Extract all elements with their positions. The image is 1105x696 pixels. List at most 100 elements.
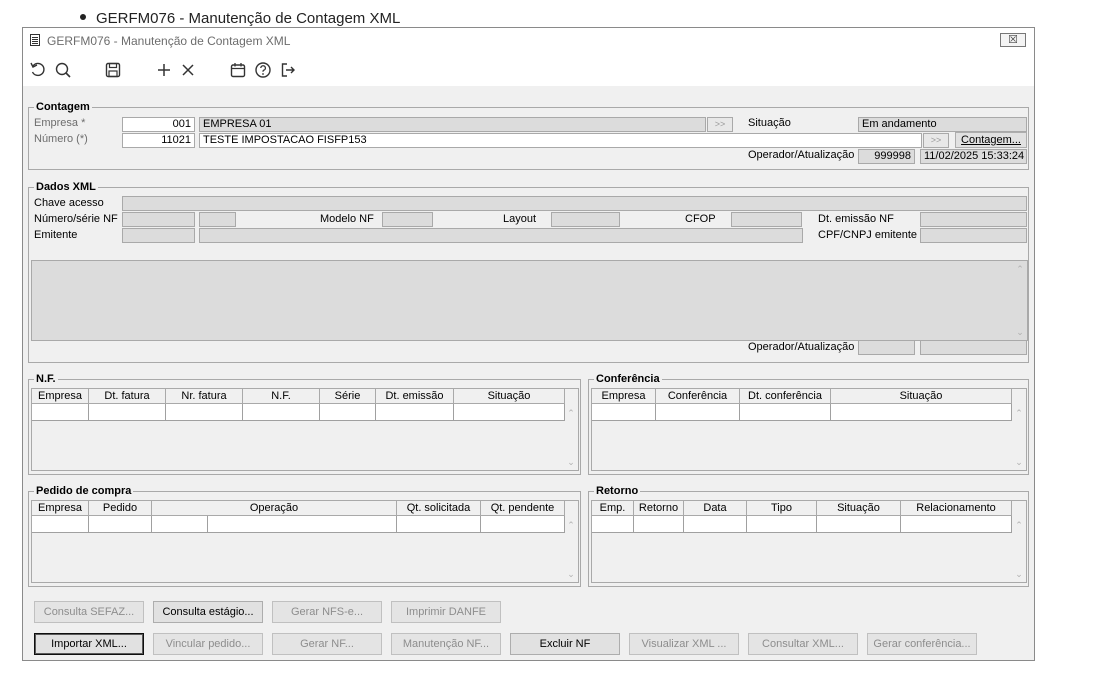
gerar-nf-button[interactable]: Gerar NF... <box>272 633 382 655</box>
nf-scrollbar[interactable]: ⌃ ⌄ <box>564 389 578 470</box>
calendar-icon[interactable] <box>228 60 248 80</box>
table-cell[interactable] <box>89 404 166 421</box>
table-cell[interactable] <box>166 404 243 421</box>
contagem-button[interactable]: Contagem... <box>955 132 1027 148</box>
pedido-col-header[interactable]: Empresa <box>32 501 89 516</box>
table-cell[interactable] <box>208 516 397 533</box>
table-cell[interactable] <box>656 404 740 421</box>
conferencia-col-header[interactable]: Empresa <box>592 389 656 404</box>
nf-col-header[interactable]: Nr. fatura <box>166 389 243 404</box>
dt-emissao-nf-label: Dt. emissão NF <box>818 213 894 225</box>
chevron-up-icon[interactable]: ⌃ <box>1014 521 1024 530</box>
chevron-down-icon[interactable]: ⌄ <box>1014 570 1024 579</box>
retorno-col-header[interactable]: Emp. <box>592 501 634 516</box>
search-icon[interactable] <box>53 60 73 80</box>
help-icon[interactable] <box>253 60 273 80</box>
consulta-estagio-button[interactable]: Consulta estágio... <box>153 601 263 623</box>
table-cell[interactable] <box>684 516 747 533</box>
retorno-col-header[interactable]: Relacionamento <box>901 501 1012 516</box>
conferencia-scrollbar[interactable]: ⌃ ⌄ <box>1012 389 1026 470</box>
conferencia-col-header[interactable]: Situação <box>831 389 1012 404</box>
add-icon[interactable] <box>154 60 174 80</box>
empresa-lookup-button[interactable]: >> <box>707 117 733 132</box>
retorno-scrollbar[interactable]: ⌃ ⌄ <box>1012 501 1026 582</box>
conferencia-title: Conferência <box>594 372 662 386</box>
table-cell[interactable] <box>32 404 89 421</box>
gerar-nfse-button[interactable]: Gerar NFS-e... <box>272 601 382 623</box>
pedido-scrollbar[interactable]: ⌃ ⌄ <box>564 501 578 582</box>
empresa-code-field[interactable]: 001 <box>122 117 195 132</box>
table-cell[interactable] <box>32 516 89 533</box>
importar-xml-button[interactable]: Importar XML... <box>34 633 144 655</box>
table-cell[interactable] <box>152 516 208 533</box>
chevron-down-icon[interactable]: ⌄ <box>1014 458 1024 467</box>
close-button[interactable]: ☒ <box>1000 33 1026 47</box>
descricao-lookup-button[interactable]: >> <box>923 133 949 148</box>
save-icon[interactable] <box>103 60 123 80</box>
table-cell[interactable] <box>747 516 817 533</box>
table-cell[interactable] <box>481 516 565 533</box>
nf-col-header[interactable]: Situação <box>454 389 565 404</box>
pedido-col-header[interactable]: Pedido <box>89 501 152 516</box>
consultar-xml-button[interactable]: Consultar XML... <box>748 633 858 655</box>
table-cell[interactable] <box>243 404 320 421</box>
retorno-col-header[interactable]: Data <box>684 501 747 516</box>
table-cell[interactable] <box>740 404 831 421</box>
table-row[interactable] <box>32 516 565 533</box>
chevron-down-icon[interactable]: ⌄ <box>1015 328 1025 337</box>
table-cell[interactable] <box>454 404 565 421</box>
conferencia-grid[interactable]: Empresa Conferência Dt. conferência Situ… <box>591 388 1027 471</box>
table-cell[interactable] <box>320 404 376 421</box>
retorno-col-header[interactable]: Retorno <box>634 501 684 516</box>
pedido-grid[interactable]: Empresa Pedido Operação Qt. solicitada Q… <box>31 500 579 583</box>
table-row[interactable] <box>32 404 565 421</box>
retorno-col-header[interactable]: Situação <box>817 501 901 516</box>
retorno-grid[interactable]: Emp. Retorno Data Tipo Situação Relacion… <box>591 500 1027 583</box>
nf-grid[interactable]: Empresa Dt. fatura Nr. fatura N.F. Série… <box>31 388 579 471</box>
consulta-sefaz-button[interactable]: Consulta SEFAZ... <box>34 601 144 623</box>
manutencao-nf-button[interactable]: Manutenção NF... <box>391 633 501 655</box>
table-cell[interactable] <box>592 516 634 533</box>
descricao-field[interactable]: TESTE IMPOSTACAO FISFP153 <box>199 133 922 148</box>
conferencia-col-header[interactable]: Conferência <box>656 389 740 404</box>
table-row[interactable] <box>592 516 1012 533</box>
excluir-nf-button[interactable]: Excluir NF <box>510 633 620 655</box>
table-cell[interactable] <box>592 404 656 421</box>
table-cell[interactable] <box>817 516 901 533</box>
numero-field[interactable]: 11021 <box>122 133 195 148</box>
pedido-col-header[interactable]: Qt. pendente <box>481 501 565 516</box>
gerar-conferencia-button[interactable]: Gerar conferência... <box>867 633 977 655</box>
table-cell[interactable] <box>901 516 1012 533</box>
delete-icon[interactable] <box>178 60 198 80</box>
nf-col-header[interactable]: Empresa <box>32 389 89 404</box>
table-cell[interactable] <box>831 404 1012 421</box>
retorno-col-header[interactable]: Tipo <box>747 501 817 516</box>
imprimir-danfe-button[interactable]: Imprimir DANFE <box>391 601 501 623</box>
table-cell[interactable] <box>634 516 684 533</box>
nf-col-header[interactable]: Dt. emissão <box>376 389 454 404</box>
chevron-up-icon[interactable]: ⌃ <box>1015 265 1025 274</box>
nf-col-header[interactable]: Série <box>320 389 376 404</box>
pedido-col-header[interactable]: Operação <box>152 501 397 516</box>
nf-col-header[interactable]: N.F. <box>243 389 320 404</box>
chevron-down-icon[interactable]: ⌄ <box>566 570 576 579</box>
vincular-pedido-button[interactable]: Vincular pedido... <box>153 633 263 655</box>
chevron-up-icon[interactable]: ⌃ <box>1014 409 1024 418</box>
pedido-grid-header: Empresa Pedido Operação Qt. solicitada Q… <box>32 501 565 516</box>
conferencia-col-header[interactable]: Dt. conferência <box>740 389 831 404</box>
chevron-up-icon[interactable]: ⌃ <box>566 521 576 530</box>
table-cell[interactable] <box>376 404 454 421</box>
table-cell[interactable] <box>89 516 152 533</box>
table-cell[interactable] <box>397 516 481 533</box>
table-row[interactable] <box>592 404 1012 421</box>
xml-scrollbar[interactable]: ⌃ ⌄ <box>1013 261 1027 340</box>
visualizar-xml-button[interactable]: Visualizar XML ... <box>629 633 739 655</box>
dados-xml-title: Dados XML <box>34 180 98 194</box>
exit-icon[interactable] <box>278 60 298 80</box>
chevron-down-icon[interactable]: ⌄ <box>566 458 576 467</box>
undo-icon[interactable] <box>28 60 48 80</box>
xml-text-area[interactable]: ⌃ ⌄ <box>31 260 1028 341</box>
nf-col-header[interactable]: Dt. fatura <box>89 389 166 404</box>
chevron-up-icon[interactable]: ⌃ <box>566 409 576 418</box>
pedido-col-header[interactable]: Qt. solicitada <box>397 501 481 516</box>
